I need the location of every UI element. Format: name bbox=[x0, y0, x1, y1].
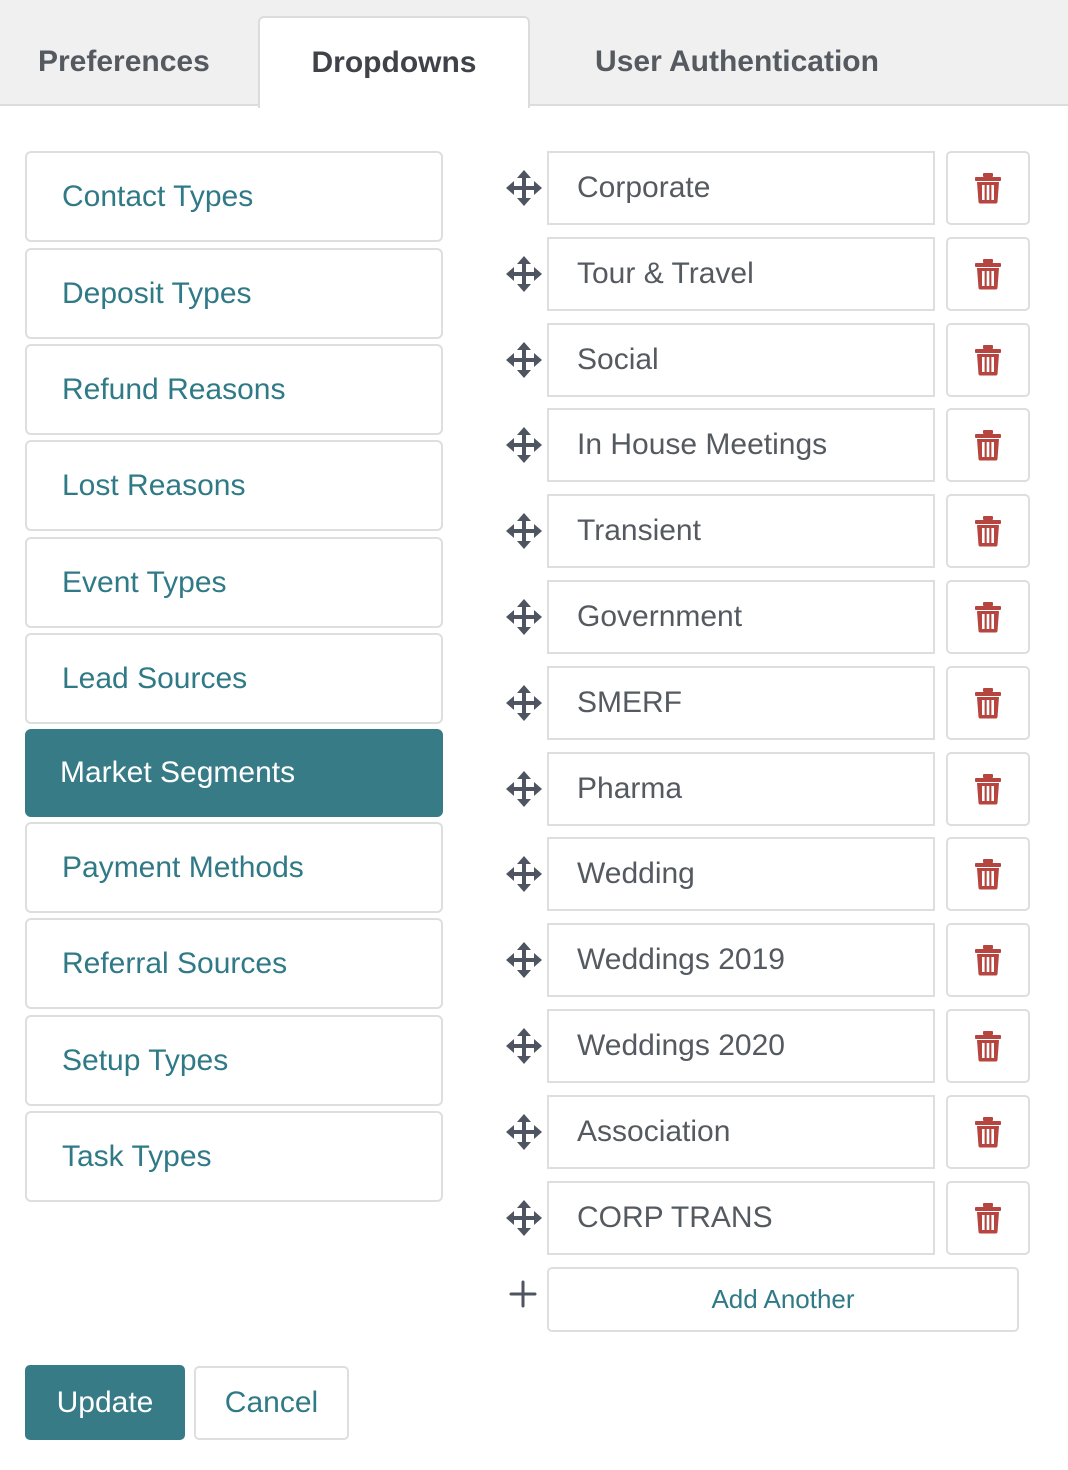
move-icon[interactable] bbox=[505, 512, 543, 550]
trash-icon bbox=[974, 944, 1002, 976]
trash-icon bbox=[974, 687, 1002, 719]
move-icon[interactable] bbox=[505, 684, 543, 722]
add-another-button[interactable]: Add Another bbox=[547, 1267, 1019, 1332]
trash-icon bbox=[974, 858, 1002, 890]
trash-icon bbox=[974, 1202, 1002, 1234]
category-refund-reasons[interactable]: Refund Reasons bbox=[25, 344, 443, 435]
move-icon[interactable] bbox=[505, 1199, 543, 1237]
category-lead-sources[interactable]: Lead Sources bbox=[25, 633, 443, 724]
delete-option-button[interactable] bbox=[946, 923, 1030, 997]
trash-icon bbox=[974, 773, 1002, 805]
move-icon[interactable] bbox=[505, 255, 543, 293]
cancel-button[interactable]: Cancel bbox=[194, 1366, 349, 1440]
trash-icon bbox=[974, 515, 1002, 547]
category-contact-types[interactable]: Contact Types bbox=[25, 151, 443, 242]
move-icon[interactable] bbox=[505, 169, 543, 207]
option-value-input[interactable]: Pharma bbox=[547, 752, 935, 826]
delete-option-button[interactable] bbox=[946, 837, 1030, 911]
option-value-input[interactable]: Wedding bbox=[547, 837, 935, 911]
tab-bar: Preferences Dropdowns User Authenticatio… bbox=[0, 0, 1068, 108]
tab-user-authentication[interactable]: User Authentication bbox=[552, 16, 922, 108]
option-value-input[interactable]: SMERF bbox=[547, 666, 935, 740]
delete-option-button[interactable] bbox=[946, 1181, 1030, 1255]
trash-icon bbox=[974, 1030, 1002, 1062]
option-value-input[interactable]: Weddings 2019 bbox=[547, 923, 935, 997]
category-lost-reasons[interactable]: Lost Reasons bbox=[25, 440, 443, 531]
tab-preferences[interactable]: Preferences bbox=[0, 16, 244, 108]
category-deposit-types[interactable]: Deposit Types bbox=[25, 248, 443, 339]
move-icon[interactable] bbox=[505, 598, 543, 636]
delete-option-button[interactable] bbox=[946, 1095, 1030, 1169]
trash-icon bbox=[974, 172, 1002, 204]
delete-option-button[interactable] bbox=[946, 666, 1030, 740]
delete-option-button[interactable] bbox=[946, 494, 1030, 568]
delete-option-button[interactable] bbox=[946, 1009, 1030, 1083]
option-value-input[interactable]: Tour & Travel bbox=[547, 237, 935, 311]
move-icon[interactable] bbox=[505, 1113, 543, 1151]
category-market-segments[interactable]: Market Segments bbox=[25, 729, 443, 817]
option-value-input[interactable]: In House Meetings bbox=[547, 408, 935, 482]
trash-icon bbox=[974, 344, 1002, 376]
move-icon[interactable] bbox=[505, 341, 543, 379]
option-value-input[interactable]: CORP TRANS bbox=[547, 1181, 935, 1255]
option-value-input[interactable]: Association bbox=[547, 1095, 935, 1169]
option-value-input[interactable]: Weddings 2020 bbox=[547, 1009, 935, 1083]
category-payment-methods[interactable]: Payment Methods bbox=[25, 822, 443, 913]
delete-option-button[interactable] bbox=[946, 408, 1030, 482]
update-button[interactable]: Update bbox=[25, 1365, 185, 1440]
option-value-input[interactable]: Government bbox=[547, 580, 935, 654]
delete-option-button[interactable] bbox=[946, 580, 1030, 654]
category-setup-types[interactable]: Setup Types bbox=[25, 1015, 443, 1106]
trash-icon bbox=[974, 601, 1002, 633]
delete-option-button[interactable] bbox=[946, 151, 1030, 225]
move-icon[interactable] bbox=[505, 941, 543, 979]
move-icon[interactable] bbox=[505, 855, 543, 893]
trash-icon bbox=[974, 429, 1002, 461]
delete-option-button[interactable] bbox=[946, 237, 1030, 311]
option-value-input[interactable]: Transient bbox=[547, 494, 935, 568]
option-value-input[interactable]: Social bbox=[547, 323, 935, 397]
delete-option-button[interactable] bbox=[946, 323, 1030, 397]
category-event-types[interactable]: Event Types bbox=[25, 537, 443, 628]
trash-icon bbox=[974, 1116, 1002, 1148]
plus-icon[interactable] bbox=[507, 1278, 539, 1310]
option-value-input[interactable]: Corporate bbox=[547, 151, 935, 225]
tab-dropdowns[interactable]: Dropdowns bbox=[258, 16, 530, 108]
category-referral-sources[interactable]: Referral Sources bbox=[25, 918, 443, 1009]
move-icon[interactable] bbox=[505, 770, 543, 808]
move-icon[interactable] bbox=[505, 426, 543, 464]
trash-icon bbox=[974, 258, 1002, 290]
category-task-types[interactable]: Task Types bbox=[25, 1111, 443, 1202]
delete-option-button[interactable] bbox=[946, 752, 1030, 826]
move-icon[interactable] bbox=[505, 1027, 543, 1065]
